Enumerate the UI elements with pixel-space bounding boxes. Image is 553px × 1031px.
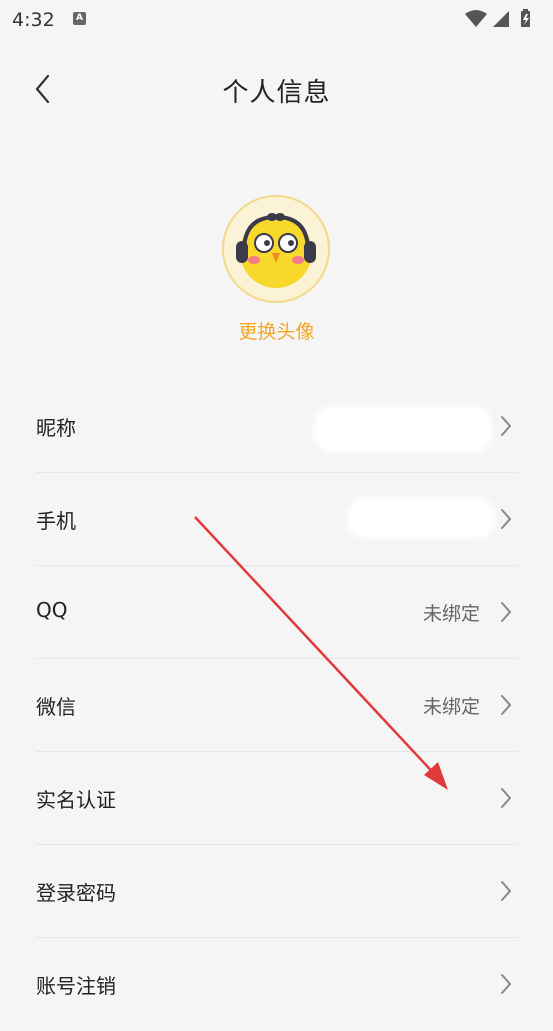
row-label: 昵称: [36, 416, 76, 440]
row-label: 实名认证: [36, 788, 116, 812]
chevron-right-icon: [501, 881, 511, 901]
redacted-value: [351, 501, 491, 535]
chevron-right-icon: [501, 788, 511, 808]
avatar-image: [222, 195, 330, 303]
row-label: 微信: [36, 695, 76, 719]
status-bar: 4:32 A: [0, 0, 553, 40]
row-label: 登录密码: [36, 881, 116, 905]
redacted-value: [318, 410, 488, 448]
header: 个人信息: [0, 60, 553, 120]
login-password-row[interactable]: 登录密码: [36, 845, 518, 938]
status-icons: [463, 8, 543, 30]
chevron-right-icon: [501, 974, 511, 994]
signal-icon: [493, 11, 509, 27]
row-label: 账号注销: [36, 974, 116, 998]
chevron-right-icon: [501, 602, 511, 622]
change-avatar-button[interactable]: 更换头像: [0, 317, 553, 344]
account-deletion-row[interactable]: 账号注销: [36, 938, 518, 1031]
chevron-right-icon: [501, 509, 511, 529]
notification-a-icon: A: [73, 12, 86, 25]
phone-row[interactable]: 手机: [36, 473, 518, 566]
avatar[interactable]: [222, 195, 330, 303]
qq-row[interactable]: QQ 未绑定: [36, 566, 518, 659]
wifi-icon: [465, 10, 487, 27]
real-name-verification-row[interactable]: 实名认证: [36, 752, 518, 845]
row-label: QQ: [36, 598, 68, 622]
wechat-status: 未绑定: [422, 696, 480, 718]
chevron-right-icon: [501, 416, 511, 436]
status-time: 4:32: [12, 9, 55, 31]
wechat-row[interactable]: 微信 未绑定: [36, 659, 518, 752]
page-title: 个人信息: [222, 78, 331, 108]
profile-list: 昵称 手机 QQ 未绑定 微信 未绑定 实名认证 登录密码 账号注销: [36, 380, 518, 1031]
avatar-block: 更换头像: [0, 195, 553, 355]
qq-status: 未绑定: [422, 603, 480, 625]
battery-icon: [521, 9, 530, 27]
row-label: 手机: [36, 509, 76, 533]
chevron-right-icon: [501, 695, 511, 715]
nickname-row[interactable]: 昵称: [36, 380, 518, 473]
